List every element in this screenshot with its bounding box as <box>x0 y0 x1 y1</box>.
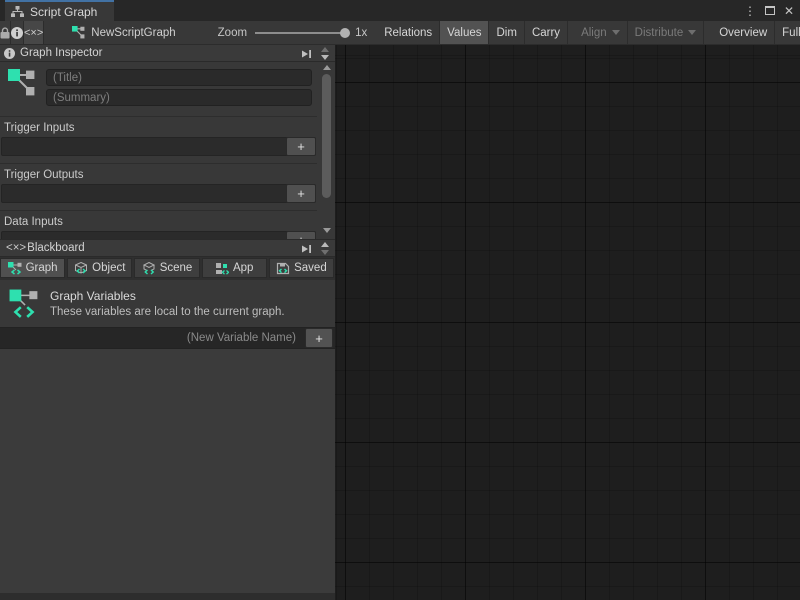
inspector-scrollbar[interactable] <box>319 62 334 238</box>
dock-panel-icon[interactable] <box>299 242 313 255</box>
new-variable-input[interactable] <box>0 328 305 348</box>
header-scroll-arrows[interactable] <box>318 45 332 62</box>
data-inputs-section: Data Inputs + <box>0 210 317 239</box>
graph-node-icon <box>72 26 85 39</box>
maximize-icon[interactable] <box>765 6 775 15</box>
scroll-up-icon <box>321 242 329 247</box>
graph-summary-input[interactable] <box>46 89 312 106</box>
info-button[interactable] <box>11 21 24 44</box>
info-icon <box>4 48 15 59</box>
add-trigger-input-button[interactable]: + <box>286 137 316 156</box>
graph-node-icon <box>8 69 36 97</box>
sidebar: Graph Inspector <box>0 45 335 600</box>
variables-description: These variables are local to the current… <box>50 306 285 318</box>
graph-asset-name: NewScriptGraph <box>91 27 175 39</box>
graph-title-input[interactable] <box>46 69 312 86</box>
graph-variables-icon <box>9 289 39 319</box>
graph-inspector-panel: Graph Inspector <box>0 45 335 240</box>
scrollbar-up-icon[interactable] <box>323 65 331 70</box>
lock-icon <box>0 27 10 39</box>
blackboard-icon: <×> <box>6 242 26 254</box>
carry-button[interactable]: Carry <box>525 21 568 44</box>
graph-variables-icon <box>8 262 22 275</box>
header-scroll-arrows[interactable] <box>318 240 332 257</box>
chevron-down-icon <box>688 30 696 35</box>
relations-button[interactable]: Relations <box>377 21 440 44</box>
data-inputs-list: + <box>1 231 316 239</box>
section-label: Trigger Outputs <box>0 166 317 184</box>
info-icon <box>11 27 23 39</box>
trigger-inputs-list: + <box>1 137 316 156</box>
titlebar: Script Graph ⋮ ✕ <box>0 0 800 21</box>
zoom-value: 1x <box>355 27 367 39</box>
tab-label: Script Graph <box>30 5 97 19</box>
fullscreen-button[interactable]: Full Screen <box>775 21 800 44</box>
tab-app[interactable]: App <box>202 258 267 278</box>
scroll-down-icon <box>321 250 329 255</box>
tab-object[interactable]: Object <box>67 258 132 278</box>
scroll-down-icon <box>321 55 329 60</box>
variables-list-empty-area <box>0 349 335 593</box>
align-dropdown[interactable]: Align <box>574 21 628 44</box>
tab-saved[interactable]: Saved <box>269 258 334 278</box>
section-label: Data Inputs <box>0 213 317 231</box>
distribute-dropdown[interactable]: Distribute <box>628 21 705 44</box>
variable-scope-tabs: Graph Object <box>0 257 335 280</box>
scrollbar-down-icon[interactable] <box>323 228 331 233</box>
add-trigger-output-button[interactable]: + <box>286 184 316 203</box>
zoom-label: Zoom <box>218 27 247 39</box>
panel-bottom-edge <box>0 593 335 600</box>
tab-graph[interactable]: Graph <box>0 258 65 278</box>
close-icon[interactable]: ✕ <box>784 5 794 17</box>
script-graph-window: Script Graph ⋮ ✕ <box>0 0 800 600</box>
scrollbar-thumb[interactable] <box>322 74 331 198</box>
tab-script-graph[interactable]: Script Graph <box>5 0 114 21</box>
overview-button[interactable]: Overview <box>712 21 775 44</box>
lock-button[interactable] <box>0 21 11 44</box>
tab-scene[interactable]: Scene <box>134 258 199 278</box>
graph-variables-info: Graph Variables These variables are loca… <box>0 280 335 327</box>
trigger-outputs-section: Trigger Outputs + <box>0 163 317 210</box>
dim-button[interactable]: Dim <box>489 21 524 44</box>
trigger-inputs-section: Trigger Inputs + <box>0 116 317 163</box>
chevron-down-icon <box>612 30 620 35</box>
add-variable-button[interactable]: + <box>305 328 333 348</box>
app-grid-icon <box>215 262 229 275</box>
section-label: Trigger Inputs <box>0 119 317 137</box>
dock-panel-icon[interactable] <box>299 47 313 60</box>
scroll-up-icon <box>321 47 329 52</box>
toolbar: <×> NewScriptGraph Zoom 1x Relations Val… <box>0 21 800 45</box>
panel-title: Graph Inspector <box>20 47 102 59</box>
code-view-toggle[interactable]: <×> <box>24 21 44 44</box>
cube-icon <box>74 262 88 275</box>
zoom-slider-thumb[interactable] <box>340 28 350 38</box>
sitemap-icon <box>11 6 24 17</box>
window-menu-icon[interactable]: ⋮ <box>744 5 756 17</box>
variables-title: Graph Variables <box>50 289 285 303</box>
zoom-slider[interactable] <box>255 32 347 34</box>
graph-asset[interactable]: NewScriptGraph <box>72 21 175 44</box>
graph-canvas[interactable] <box>335 45 800 600</box>
values-button[interactable]: Values <box>440 21 489 44</box>
scene-icon <box>142 262 156 275</box>
new-variable-row: + <box>0 327 335 349</box>
floppy-disk-icon <box>276 262 290 275</box>
blackboard-panel: <×> Blackboard <box>0 240 335 600</box>
panel-title: Blackboard <box>27 242 85 254</box>
trigger-outputs-list: + <box>1 184 316 203</box>
add-data-input-button[interactable]: + <box>286 231 316 239</box>
